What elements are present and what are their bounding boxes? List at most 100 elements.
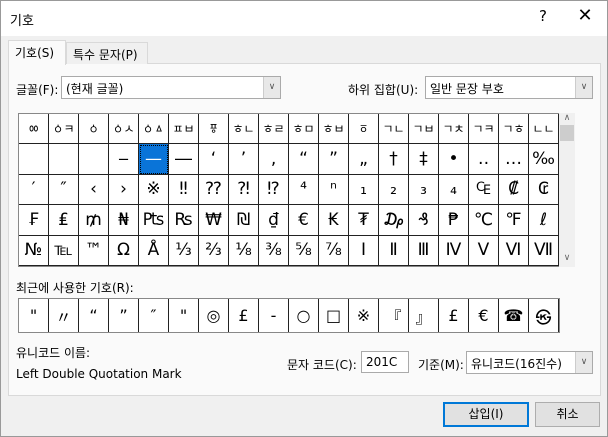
subset-select[interactable]: 일반 문장 부호 ∨ [425, 76, 593, 99]
basis-select[interactable]: 유니코드(16진수) ∨ [466, 351, 593, 374]
symbol-cell[interactable] [19, 144, 49, 175]
symbol-cell[interactable]: ₯ [379, 205, 409, 236]
symbol-cell[interactable]: Å [139, 235, 169, 266]
recent-symbol-cell[interactable]: " [169, 299, 199, 332]
symbol-cell[interactable]: ‘ [199, 144, 229, 175]
symbol-cell[interactable]: — [139, 144, 169, 175]
symbol-cell[interactable]: ㆁㅋ [49, 114, 79, 145]
symbol-cell[interactable]: ₠ [469, 174, 499, 206]
symbol-cell[interactable]: † [379, 144, 409, 175]
symbol-cell[interactable]: ㅍㅂ [169, 114, 199, 145]
symbol-cell[interactable]: ㆁㅿ [139, 114, 169, 145]
symbol-cell[interactable]: ™ [79, 235, 109, 266]
symbol-cell[interactable]: ― [169, 144, 199, 175]
recent-symbol-cell[interactable]: ㉿ [529, 299, 559, 332]
symbol-cell[interactable]: ₢ [529, 174, 559, 206]
recent-symbol-cell[interactable]: 〃 [49, 299, 79, 332]
help-icon[interactable]: ? [533, 7, 553, 29]
recent-symbol-cell[interactable]: ″ [139, 299, 169, 332]
symbol-cell[interactable]: ₁ [349, 174, 379, 206]
symbol-cell[interactable]: ℃ [469, 205, 499, 236]
symbol-cell[interactable]: ⅞ [319, 235, 349, 266]
symbol-cell[interactable]: Ⅳ [439, 235, 469, 266]
symbol-cell[interactable]: ㅎㅁ [289, 114, 319, 145]
symbol-cell[interactable]: ‥ [469, 144, 499, 175]
insert-button[interactable]: 삽입(I) [443, 402, 529, 427]
symbol-cell[interactable]: Ⅱ [379, 235, 409, 266]
grid-scrollbar[interactable]: ∧ ∨ [559, 113, 575, 267]
symbol-cell[interactable]: ㆄ [199, 114, 229, 145]
symbol-cell[interactable]: ⅝ [289, 235, 319, 266]
char-code-input[interactable]: 201C [361, 351, 409, 373]
symbol-cell[interactable]: ₮ [349, 205, 379, 236]
close-icon[interactable]: ✕ [573, 5, 597, 29]
symbol-cell[interactable]: ㄱㅎ [499, 114, 529, 145]
symbol-cell[interactable]: ‚ [259, 144, 289, 175]
symbol-cell[interactable]: € [289, 205, 319, 236]
symbol-cell[interactable]: ⅛ [229, 235, 259, 266]
cancel-button[interactable]: 취소 [535, 402, 600, 427]
symbol-cell[interactable]: Ⅴ [469, 235, 499, 266]
symbol-cell[interactable]: ㆁ [79, 114, 109, 145]
tab-symbols[interactable]: 기호(S) [8, 40, 66, 65]
symbol-cell[interactable]: ㄴㄴ [529, 114, 559, 145]
symbol-cell[interactable]: ₫ [259, 205, 289, 236]
recent-symbol-cell[interactable]: □ [319, 299, 349, 332]
symbol-cell[interactable]: ₨ [169, 205, 199, 236]
recent-symbol-cell[interactable]: ○ [289, 299, 319, 332]
recent-symbol-cell[interactable]: ◎ [199, 299, 229, 332]
symbol-cell[interactable]: ※ [139, 174, 169, 206]
scroll-thumb[interactable] [560, 125, 574, 141]
symbol-cell[interactable]: ₣ [19, 205, 49, 236]
symbol-cell[interactable]: ㆁㅅ [109, 114, 139, 145]
recent-symbol-cell[interactable]: ※ [349, 299, 379, 332]
recent-symbol-cell[interactable]: - [259, 299, 289, 332]
recent-symbol-cell[interactable]: ☎ [499, 299, 529, 332]
symbol-cell[interactable]: ℓ [529, 205, 559, 236]
symbol-cell[interactable]: Ⅰ [349, 235, 379, 266]
symbol-cell[interactable]: ㆀ [19, 114, 49, 145]
symbol-cell[interactable]: ″ [49, 174, 79, 206]
tab-special-characters[interactable]: 특수 문자(P) [66, 42, 148, 64]
symbol-cell[interactable]: ㅎㄹ [259, 114, 289, 145]
symbol-cell[interactable]: ‒ [109, 144, 139, 175]
recent-symbol-cell[interactable]: € [469, 299, 499, 332]
symbol-cell[interactable]: ⁉ [259, 174, 289, 206]
symbol-cell[interactable]: ⁈ [229, 174, 259, 206]
symbol-cell[interactable]: „ [349, 144, 379, 175]
symbol-cell[interactable]: ’ [229, 144, 259, 175]
scroll-down-icon[interactable]: ∨ [559, 253, 575, 267]
symbol-cell[interactable]: ㆆ [349, 114, 379, 145]
symbol-cell[interactable]: … [499, 144, 529, 175]
symbol-cell[interactable]: › [109, 174, 139, 206]
symbol-cell[interactable]: ” [319, 144, 349, 175]
symbol-cell[interactable]: ⁴ [289, 174, 319, 206]
symbol-cell[interactable]: ㅎㄴ [229, 114, 259, 145]
recent-symbol-cell[interactable]: £ [439, 299, 469, 332]
recent-symbol-cell[interactable]: 『 [379, 299, 409, 332]
symbol-cell[interactable]: ⅔ [199, 235, 229, 266]
symbol-cell[interactable]: ‹ [79, 174, 109, 206]
symbol-cell[interactable]: ₥ [79, 205, 109, 236]
symbol-cell[interactable]: ₭ [319, 205, 349, 236]
symbol-cell[interactable]: “ [289, 144, 319, 175]
symbol-cell[interactable]: • [439, 144, 469, 175]
symbol-cell[interactable]: ₪ [229, 205, 259, 236]
symbol-cell[interactable]: ‰ [529, 144, 559, 175]
symbol-cell[interactable]: ₦ [109, 205, 139, 236]
recent-symbol-cell[interactable]: ” [109, 299, 139, 332]
symbol-cell[interactable]: ㄱㄴ [379, 114, 409, 145]
symbol-cell[interactable]: Ⅵ [499, 235, 529, 266]
symbol-cell[interactable]: Ω [109, 235, 139, 266]
symbol-cell[interactable]: ₧ [139, 205, 169, 236]
symbol-cell[interactable]: ‼ [169, 174, 199, 206]
symbol-cell[interactable]: ⅜ [259, 235, 289, 266]
symbol-cell[interactable]: Ⅲ [409, 235, 439, 266]
symbol-cell[interactable]: ₡ [499, 174, 529, 206]
chevron-down-icon[interactable]: ∨ [263, 77, 280, 98]
chevron-down-icon[interactable]: ∨ [575, 77, 592, 98]
symbol-cell[interactable]: ⁇ [199, 174, 229, 206]
font-select[interactable]: (현재 글꼴) ∨ [61, 76, 281, 99]
symbol-cell[interactable]: ₂ [379, 174, 409, 206]
symbol-cell[interactable]: ₃ [409, 174, 439, 206]
